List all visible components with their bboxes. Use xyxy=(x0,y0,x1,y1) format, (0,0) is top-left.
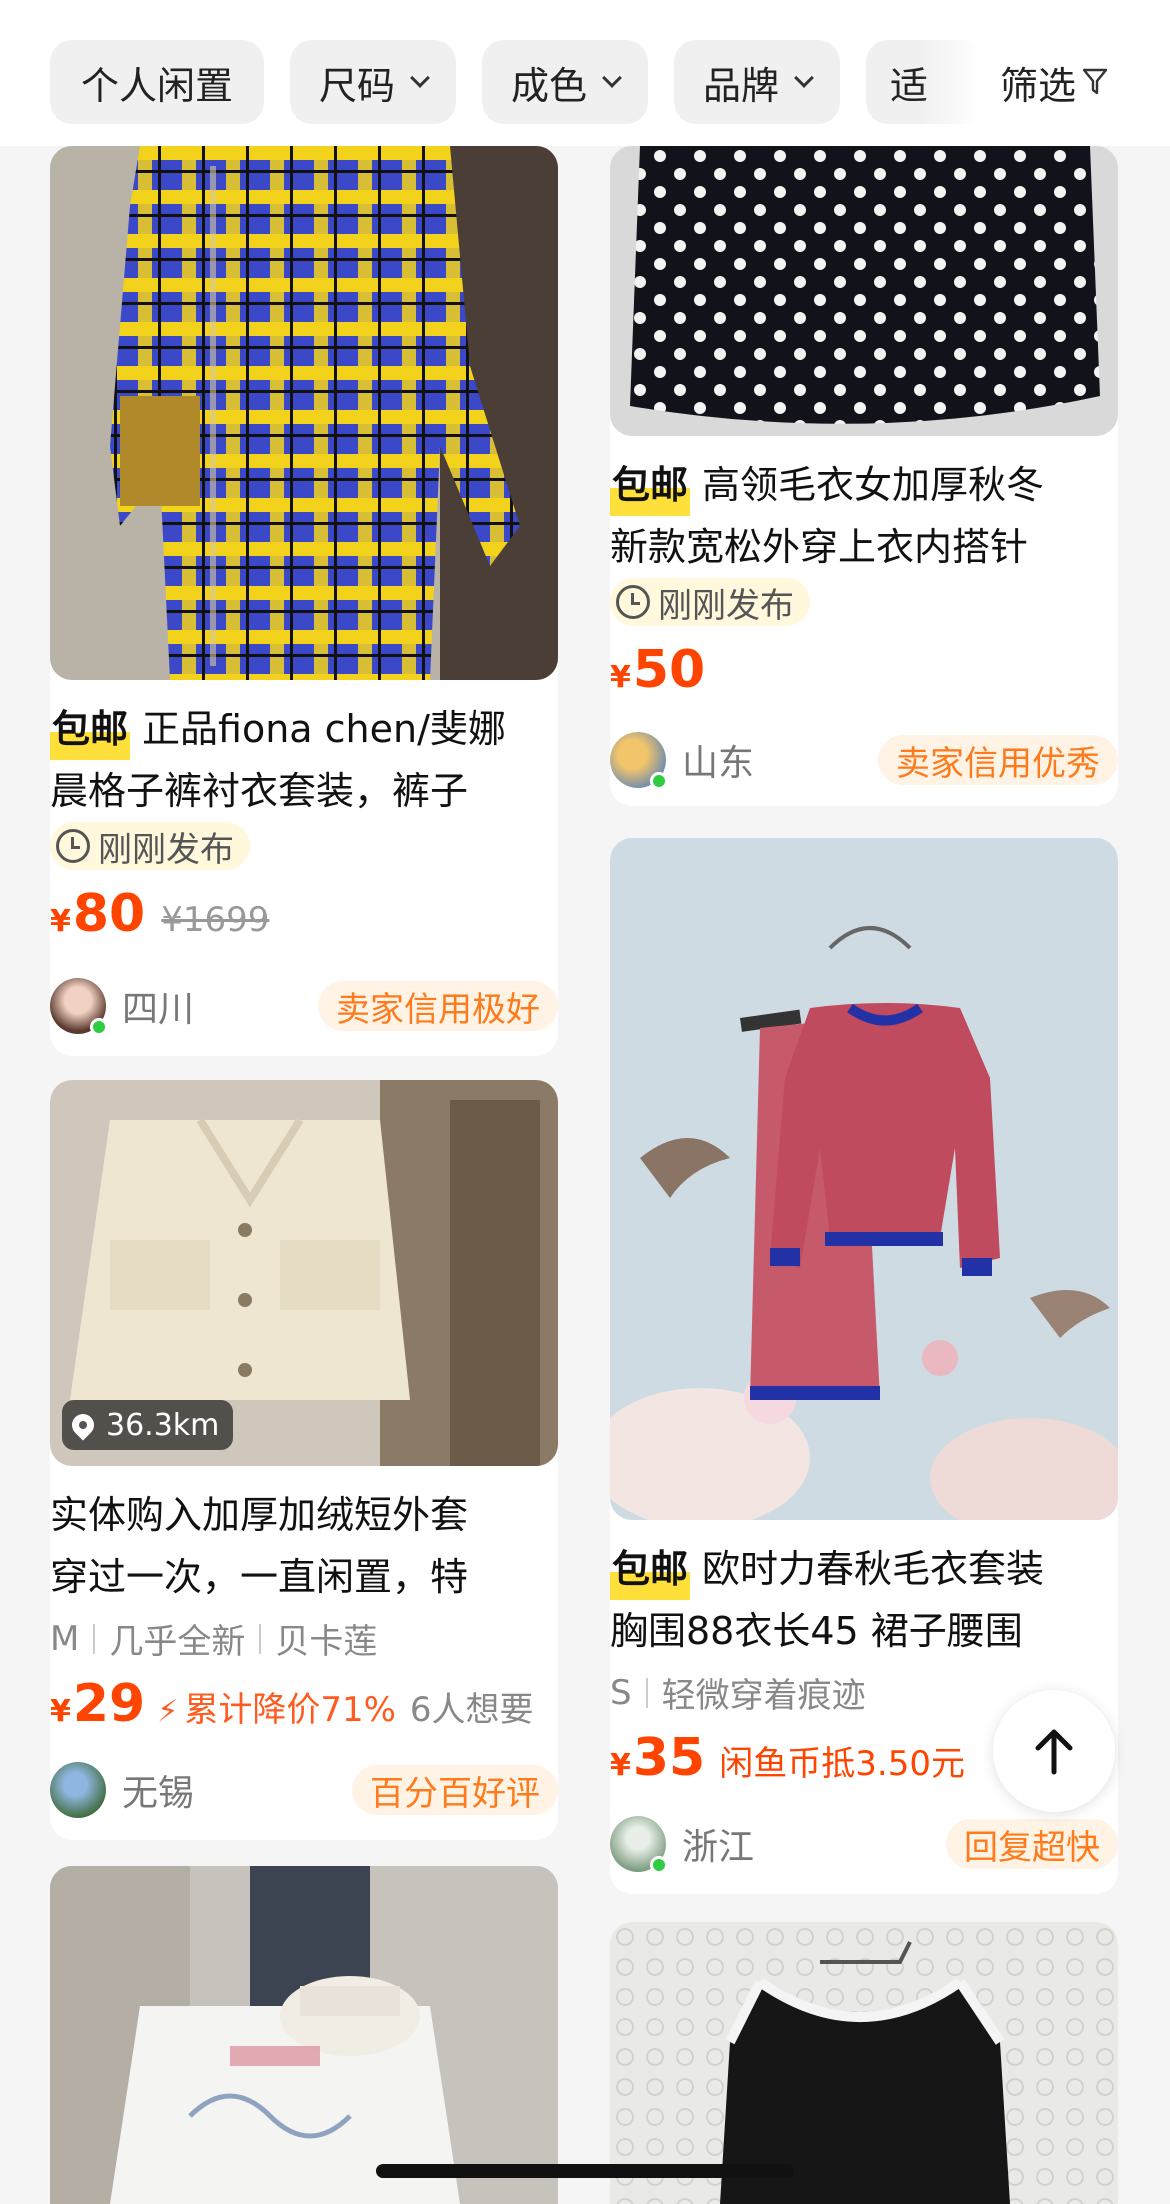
online-indicator xyxy=(90,1018,108,1036)
product-title[interactable]: 包邮 正品fiona chen/斐娜 晨格子裤衬衣套装，裤子 xyxy=(50,698,558,822)
chevron-down-icon xyxy=(602,68,622,88)
price-row: ¥ 50 xyxy=(610,640,705,704)
free-shipping-badge: 包邮 xyxy=(50,698,131,760)
tag-separator xyxy=(259,1623,262,1654)
product-card[interactable]: 36.3km 实体购入加厚加绒短外套 穿过一次，一直闲置，特 M 几乎全新 贝卡… xyxy=(50,1080,558,1840)
seller-row[interactable]: 无锡 百分百好评 xyxy=(50,1760,558,1820)
online-indicator xyxy=(650,1856,668,1874)
filter-bar: 个人闲置 尺码 成色 品牌 适 筛选 xyxy=(0,0,1170,146)
online-indicator xyxy=(650,772,668,790)
avatar[interactable] xyxy=(610,1816,668,1874)
avatar[interactable] xyxy=(50,1762,106,1818)
distance-label: 36.3km xyxy=(106,1407,220,1443)
tag-size: S xyxy=(610,1672,632,1713)
time-badge: 刚刚发布 xyxy=(50,822,250,870)
filter-chip-brand[interactable]: 品牌 xyxy=(674,40,840,124)
title-line-2: 新款宽松外穿上衣内搭针 xyxy=(610,525,1029,569)
title-line-1: 欧时力春秋毛衣套装 xyxy=(702,1547,1045,1591)
seller-location: 浙江 xyxy=(682,1827,755,1868)
seller-row[interactable]: 浙江 回复超快 xyxy=(610,1814,1118,1874)
time-badge: 刚刚发布 xyxy=(610,578,810,626)
product-image[interactable] xyxy=(610,146,1118,436)
product-title[interactable]: 包邮 欧时力春秋毛衣套装 胸围88衣长45 裙子腰围 xyxy=(610,1538,1118,1662)
avatar[interactable] xyxy=(610,732,668,790)
currency-symbol: ¥ xyxy=(50,1694,71,1729)
seller-credit-badge: 回复超快 xyxy=(946,1819,1118,1869)
seller-location: 无锡 xyxy=(122,1773,195,1814)
filter-chip-label: 个人闲置 xyxy=(80,63,233,108)
tag-separator xyxy=(645,1677,648,1708)
product-image[interactable] xyxy=(610,838,1118,1520)
title-line-2: 晨格子裤衬衣套装，裤子 xyxy=(50,769,469,813)
filter-chip-size[interactable]: 尺码 xyxy=(290,40,456,124)
filter-button-label: 筛选 xyxy=(1000,63,1077,108)
product-image[interactable] xyxy=(50,1866,558,2204)
chevron-down-icon xyxy=(410,68,430,88)
price: 50 xyxy=(632,640,706,700)
distance-badge: 36.3km xyxy=(62,1400,234,1450)
filter-chip-label: 品牌 xyxy=(702,63,779,108)
filter-chip-label: 成色 xyxy=(510,63,587,108)
price-row: ¥ 80 ¥1699 xyxy=(50,884,269,948)
original-price: ¥1699 xyxy=(161,900,270,940)
filter-button[interactable]: 筛选 xyxy=(990,40,1109,124)
seller-row[interactable]: 山东 卖家信用优秀 xyxy=(610,730,1118,790)
tag-condition: 几乎全新 xyxy=(109,1622,246,1662)
coin-deduction: 闲鱼币抵3.50元 xyxy=(719,1744,965,1784)
product-image[interactable] xyxy=(50,146,558,680)
product-card[interactable] xyxy=(50,1866,558,2204)
funnel-icon xyxy=(1082,68,1108,95)
chevron-down-icon xyxy=(794,68,814,88)
chip-scroll-fade xyxy=(920,40,1000,124)
clock-icon xyxy=(56,829,90,863)
seller-location: 四川 xyxy=(122,989,195,1030)
clock-icon xyxy=(616,585,650,619)
pin-icon xyxy=(67,1409,99,1441)
product-title[interactable]: 实体购入加厚加绒短外套 穿过一次，一直闲置，特 xyxy=(50,1484,558,1608)
free-shipping-badge: 包邮 xyxy=(610,454,691,516)
seller-credit-badge: 卖家信用优秀 xyxy=(878,735,1118,785)
price-drop-label: 累计降价71% xyxy=(184,1690,396,1730)
home-indicator[interactable] xyxy=(376,2164,794,2178)
tag-row: S 轻微穿着痕迹 xyxy=(610,1668,866,1717)
seller-credit-badge: 卖家信用极好 xyxy=(318,981,558,1031)
title-line-1: 实体购入加厚加绒短外套 xyxy=(50,1493,469,1537)
avatar[interactable] xyxy=(50,978,108,1036)
title-line-1: 正品fiona chen/斐娜 xyxy=(142,707,506,751)
filter-chip-label: 尺码 xyxy=(318,63,395,108)
product-card[interactable] xyxy=(610,1922,1118,2204)
currency-symbol: ¥ xyxy=(610,1748,631,1783)
filter-chip-personal-idle[interactable]: 个人闲置 xyxy=(50,40,264,124)
wants-count: 6人想要 xyxy=(409,1690,534,1730)
price-row: ¥ 29 ⚡ 累计降价71% 6人想要 xyxy=(50,1674,534,1738)
seller-location: 山东 xyxy=(682,743,755,784)
seller-credit-badge: 百分百好评 xyxy=(352,1765,558,1815)
arrow-up-icon xyxy=(1035,1729,1073,1775)
price: 35 xyxy=(632,1728,706,1788)
currency-symbol: ¥ xyxy=(610,660,631,695)
currency-symbol: ¥ xyxy=(50,904,71,939)
product-card[interactable]: 包邮 正品fiona chen/斐娜 晨格子裤衬衣套装，裤子 刚刚发布 ¥ 80 … xyxy=(50,146,558,1056)
title-line-2: 穿过一次，一直闲置，特 xyxy=(50,1555,469,1599)
product-title[interactable]: 包邮 高领毛衣女加厚秋冬 新款宽松外穿上衣内搭针 xyxy=(610,454,1118,578)
price: 29 xyxy=(72,1674,146,1734)
tag-separator xyxy=(93,1623,96,1654)
back-to-top-button[interactable] xyxy=(993,1690,1115,1812)
title-line-1: 高领毛衣女加厚秋冬 xyxy=(702,463,1045,507)
price-row: ¥ 35 闲鱼币抵3.50元 xyxy=(610,1728,965,1792)
tag-brand: 贝卡莲 xyxy=(275,1622,378,1662)
price: 80 xyxy=(72,884,146,944)
time-badge-label: 刚刚发布 xyxy=(98,829,234,870)
product-card[interactable]: 包邮 高领毛衣女加厚秋冬 新款宽松外穿上衣内搭针 刚刚发布 ¥ 50 山东 卖家信… xyxy=(610,146,1118,806)
tag-condition: 轻微穿着痕迹 xyxy=(661,1676,866,1716)
bolt-icon: ⚡ xyxy=(157,1694,179,1729)
filter-chip-condition[interactable]: 成色 xyxy=(482,40,648,124)
tag-size: M xyxy=(50,1618,80,1659)
product-image[interactable] xyxy=(610,1922,1118,2204)
free-shipping-badge: 包邮 xyxy=(610,1538,691,1600)
time-badge-label: 刚刚发布 xyxy=(658,585,794,626)
seller-row[interactable]: 四川 卖家信用极好 xyxy=(50,976,558,1036)
title-line-2: 胸围88衣长45 裙子腰围 xyxy=(610,1609,1023,1653)
tag-row: M 几乎全新 贝卡莲 xyxy=(50,1614,377,1663)
